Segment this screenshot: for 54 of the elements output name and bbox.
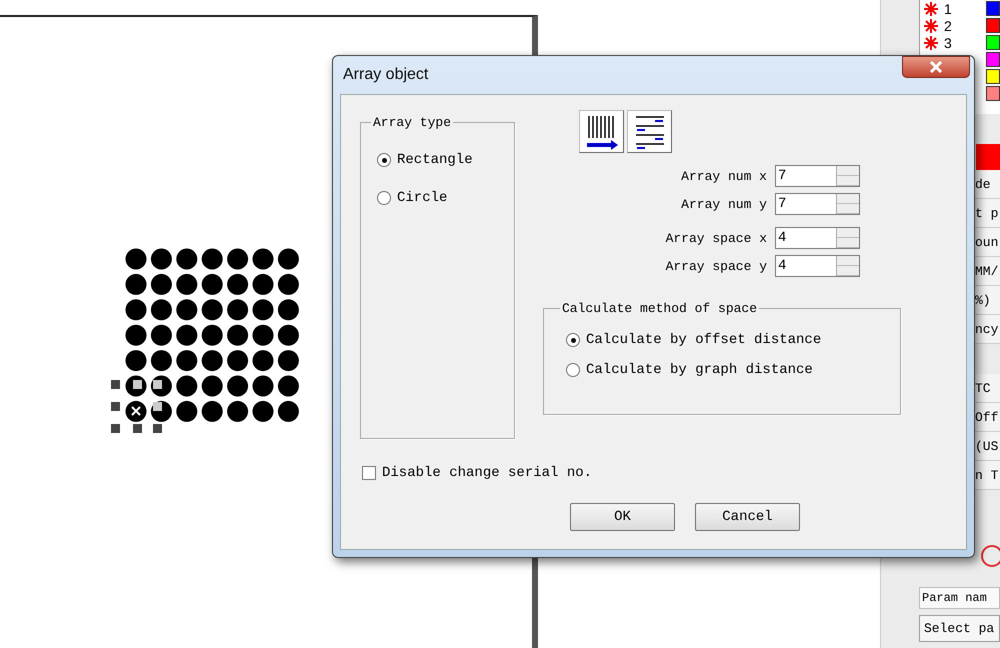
close-button[interactable] bbox=[902, 56, 970, 78]
field-label: Array num x bbox=[680, 168, 767, 184]
circle-icon bbox=[981, 545, 1000, 567]
property-label: (US bbox=[975, 438, 998, 454]
star-icon bbox=[924, 18, 938, 32]
close-icon bbox=[929, 61, 943, 73]
layer-number[interactable]: 3 bbox=[944, 34, 980, 50]
property-label: t p bbox=[975, 206, 998, 220]
checkbox-option[interactable]: Disable change serial no. bbox=[362, 465, 966, 481]
radio-option[interactable]: Rectangle bbox=[377, 152, 514, 168]
row-array-button[interactable] bbox=[627, 110, 672, 153]
property-label: de bbox=[975, 176, 991, 192]
spin-field[interactable]: 7 bbox=[775, 165, 860, 187]
field-label: Array space x bbox=[666, 230, 767, 246]
dialog-button[interactable]: Cancel bbox=[695, 503, 800, 531]
property-label: Off bbox=[975, 410, 998, 424]
radio-button[interactable] bbox=[566, 363, 580, 377]
layer-number[interactable]: 2 bbox=[944, 18, 980, 34]
field-label: Array num y bbox=[680, 196, 767, 212]
layer-swatch[interactable] bbox=[986, 69, 1000, 84]
star-icon bbox=[924, 36, 938, 50]
layer-swatch[interactable] bbox=[986, 86, 1000, 101]
layer-number[interactable]: 1 bbox=[944, 0, 980, 16]
radio-button[interactable] bbox=[377, 191, 391, 205]
param-select[interactable]: Select pa bbox=[919, 615, 1000, 642]
layer-swatch[interactable] bbox=[986, 35, 1000, 50]
vertical-lines-arrow-icon bbox=[584, 114, 618, 150]
checkbox[interactable] bbox=[362, 466, 376, 480]
property-label: %) bbox=[975, 292, 991, 308]
property-label: MM/ bbox=[975, 264, 998, 278]
property-label: ncy bbox=[975, 322, 998, 336]
group-title: Calculate method of space bbox=[561, 301, 758, 316]
param-label: Param nam bbox=[919, 587, 1000, 609]
radio-option[interactable]: Calculate by graph distance bbox=[566, 362, 900, 378]
column-array-button[interactable] bbox=[579, 110, 624, 153]
property-label: TC bbox=[975, 380, 991, 396]
group-title: Array type bbox=[372, 115, 452, 130]
radio-button[interactable] bbox=[377, 153, 391, 167]
star-icon bbox=[924, 2, 938, 16]
radio-option[interactable]: Calculate by offset distance bbox=[566, 332, 900, 348]
layer-swatch[interactable] bbox=[986, 52, 1000, 67]
field-label: Array space y bbox=[666, 258, 767, 274]
layer-swatch[interactable] bbox=[986, 18, 1000, 33]
spin-field[interactable]: 4 bbox=[775, 227, 860, 249]
window-title: Array object bbox=[343, 66, 428, 84]
spin-field[interactable]: 7 bbox=[775, 193, 860, 215]
spin-field[interactable]: 4 bbox=[775, 255, 860, 277]
property-label: oun bbox=[975, 234, 998, 250]
color-swatch[interactable] bbox=[976, 144, 1000, 170]
property-label: n T bbox=[975, 468, 998, 482]
layer-swatch[interactable] bbox=[986, 1, 1000, 16]
radio-button[interactable] bbox=[566, 333, 580, 347]
radio-option[interactable]: Circle bbox=[377, 190, 514, 206]
dialog-button[interactable]: OK bbox=[570, 503, 675, 531]
